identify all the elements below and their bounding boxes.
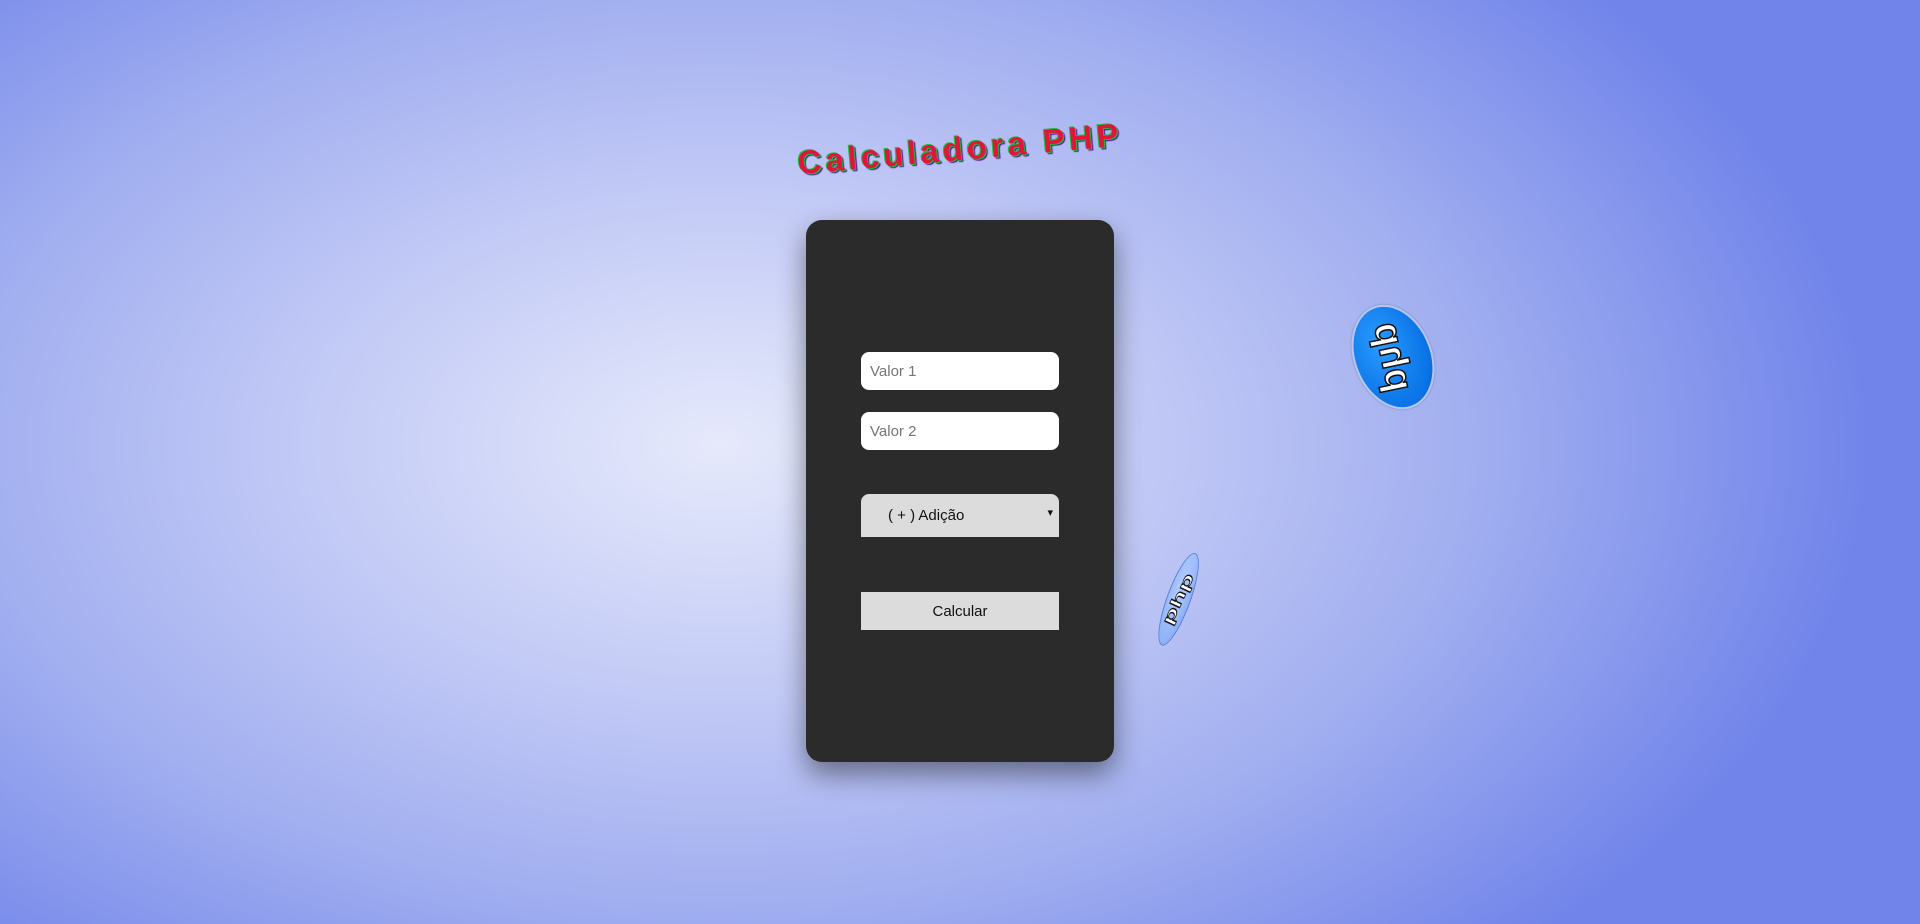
page-title: Calculadora PHP (795, 115, 1124, 182)
php-logo-large: php (1336, 292, 1450, 422)
value2-input[interactable] (861, 412, 1059, 450)
php-logo-small-oval: php (1150, 549, 1207, 650)
php-logo-large-text: php (1364, 318, 1421, 396)
operation-select[interactable]: ( + ) Adição ▾ (861, 494, 1059, 537)
php-logo-small-text: php (1159, 570, 1198, 628)
calculate-button[interactable]: Calcular (861, 592, 1059, 630)
calculator-card: ( + ) Adição ▾ Calcular (806, 220, 1114, 762)
chevron-down-icon: ▾ (1047, 507, 1053, 519)
operation-selected-value: ( + ) Adição (888, 507, 965, 524)
php-logo-small: php (1145, 547, 1212, 650)
value1-input[interactable] (861, 352, 1059, 390)
